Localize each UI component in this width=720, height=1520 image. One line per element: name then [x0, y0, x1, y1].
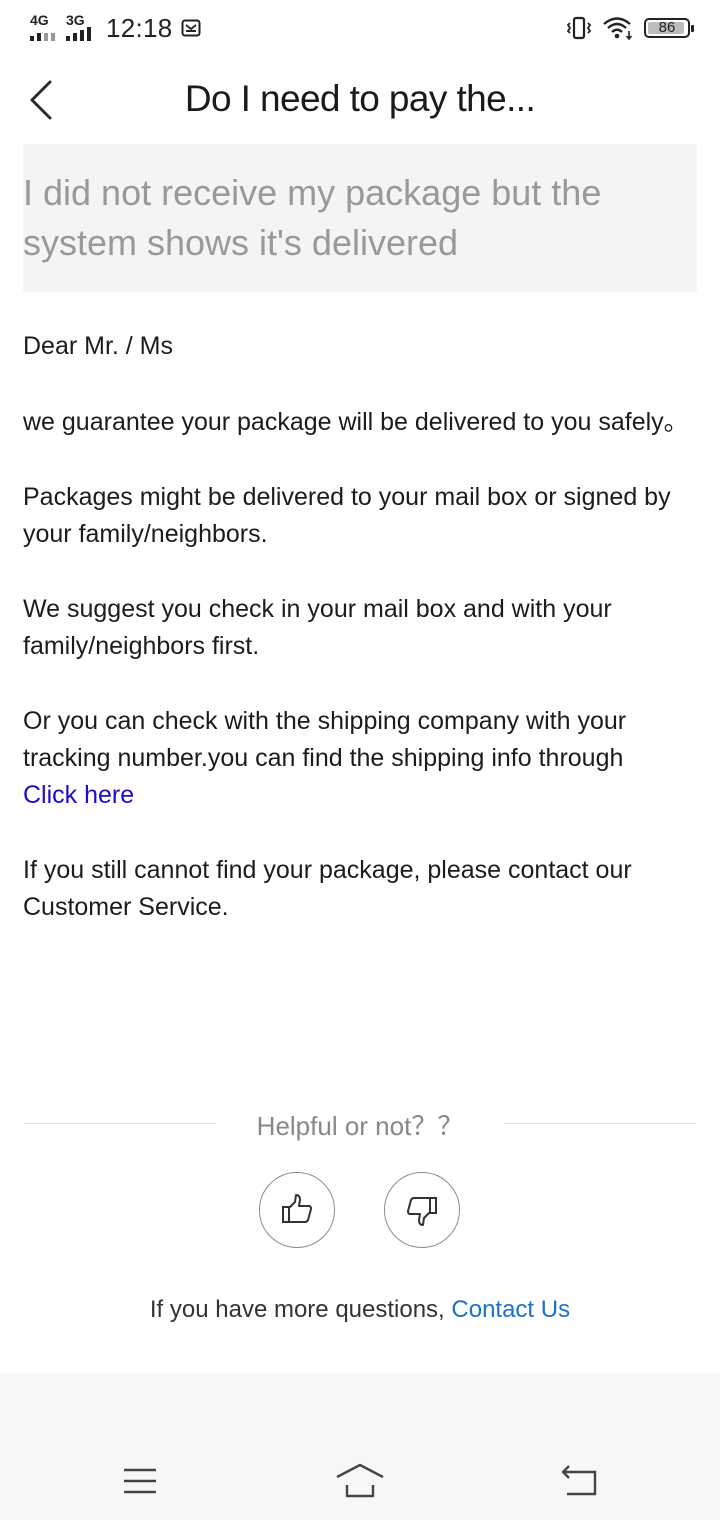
- article-body: Dear Mr. / Ms we guarantee your package …: [23, 328, 703, 964]
- contact-us-link[interactable]: Contact Us: [451, 1296, 570, 1323]
- wifi-icon: [603, 17, 633, 41]
- battery-icon: 86: [644, 18, 694, 38]
- battery-level: 86: [658, 19, 676, 36]
- click-here-link[interactable]: Click here: [23, 781, 134, 809]
- paragraph-suggestion: We suggest you check in your mail box an…: [23, 595, 612, 660]
- home-icon: [336, 1463, 384, 1498]
- vibrate-icon: [566, 16, 592, 40]
- signal-bars: [30, 33, 55, 41]
- paragraph-guarantee: we guarantee your package will be delive…: [23, 408, 689, 436]
- status-bar: 4G 3G 12:18 86: [0, 0, 720, 56]
- question-box: I did not receive my package but the sys…: [23, 144, 697, 292]
- thumbs-up-icon: [282, 1194, 312, 1223]
- back-button[interactable]: [20, 76, 68, 124]
- signal-bars: [66, 27, 91, 41]
- thumbs-down-icon: [407, 1197, 437, 1226]
- paragraph-delivery: Packages might be delivered to your mail…: [23, 483, 671, 548]
- paragraph-contact: If you still cannot find your package, p…: [23, 856, 632, 921]
- status-left: 4G 3G 12:18: [30, 10, 201, 46]
- nav-home-button[interactable]: [330, 1458, 390, 1504]
- feedback-row: Helpful or not？？: [23, 1100, 697, 1146]
- contact-line: If you have more questions, Contact Us: [0, 1296, 720, 1324]
- network-type-1: 4G: [30, 12, 49, 28]
- page-title: Do I need to pay the...: [184, 78, 536, 119]
- question-text: I did not receive my package but the sys…: [23, 172, 602, 263]
- header: Do I need to pay the...: [0, 62, 720, 138]
- chevron-left-icon: [30, 80, 52, 120]
- navigation-bar: [0, 1373, 720, 1520]
- nav-menu-button[interactable]: [110, 1458, 170, 1504]
- not-helpful-button[interactable]: [384, 1172, 460, 1248]
- paragraph-tracking: Or you can check with the shipping compa…: [23, 703, 703, 814]
- greeting: Dear Mr. / Ms: [23, 332, 174, 360]
- network-type-2: 3G: [66, 12, 85, 28]
- mail-notification-icon: [181, 19, 201, 37]
- divider-left: [23, 1123, 216, 1124]
- feedback-label: Helpful or not？？: [256, 1111, 464, 1141]
- nav-back-button[interactable]: [549, 1458, 609, 1504]
- divider-right: [504, 1123, 697, 1124]
- menu-icon: [124, 1468, 156, 1494]
- helpful-button[interactable]: [259, 1172, 335, 1248]
- status-time: 12:18: [106, 12, 173, 43]
- signal-4g-icon: 4G: [30, 13, 60, 43]
- status-right: 86: [566, 12, 694, 44]
- screen: 4G 3G 12:18 86 Do I need to pay the... I…: [0, 0, 720, 1520]
- contact-prefix: If you have more questions,: [149, 1296, 452, 1323]
- tracking-text: Or you can check with the shipping compa…: [23, 707, 627, 772]
- back-icon: [561, 1465, 597, 1496]
- signal-3g-icon: 3G: [66, 13, 96, 43]
